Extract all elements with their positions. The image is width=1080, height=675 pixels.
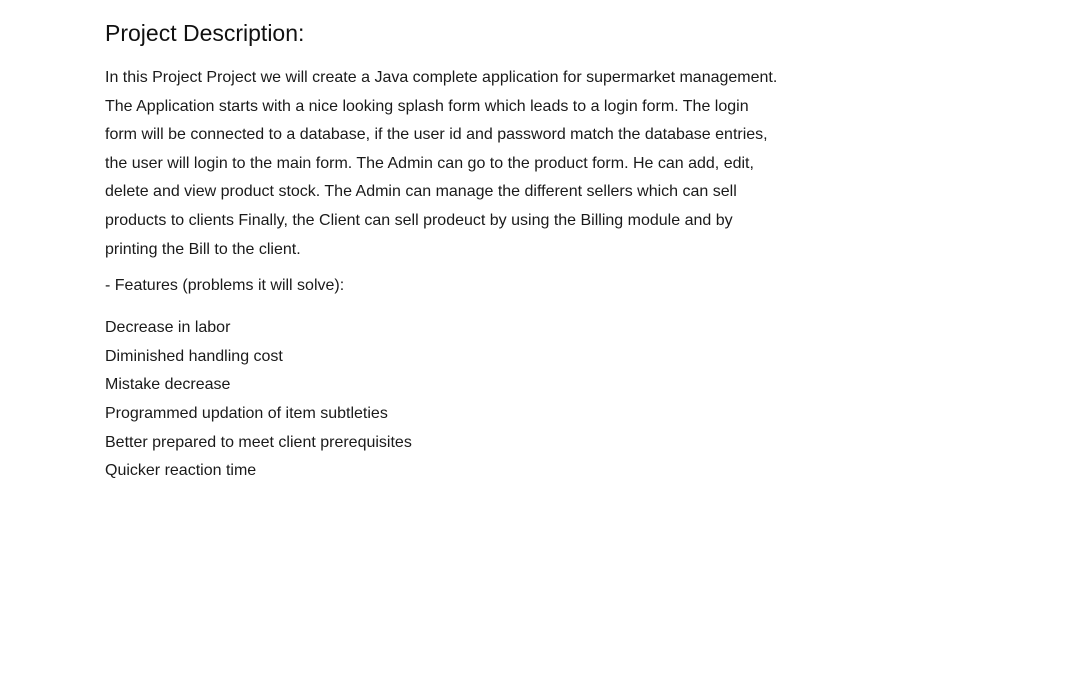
- description-line: The Application starts with a nice looki…: [105, 97, 749, 115]
- list-item: Quicker reaction time: [105, 462, 257, 480]
- description-line: the user will login to the main form. Th…: [105, 154, 754, 172]
- description-line: delete and view product stock. The Admin…: [105, 183, 737, 201]
- document-page: Project Description: In this Project Pro…: [105, 16, 1005, 486]
- features-list: Decrease in labor Diminished handling co…: [105, 314, 1005, 486]
- list-item: Decrease in labor: [105, 319, 231, 337]
- list-item: Programmed updation of item subtleties: [105, 404, 388, 422]
- list-item: Mistake decrease: [105, 376, 231, 394]
- list-item: Diminished handling cost: [105, 347, 283, 365]
- description-line: form will be connected to a database, if…: [105, 126, 768, 144]
- page-title: Project Description:: [105, 20, 305, 46]
- description-line: printing the Bill to the client.: [105, 240, 301, 258]
- description-line: In this Project Project we will create a…: [105, 69, 778, 86]
- project-description: In this Project Project we will create a…: [105, 64, 1005, 264]
- list-item: Better prepared to meet client prerequis…: [105, 433, 412, 451]
- features-heading: - Features (problems it will solve):: [105, 277, 345, 295]
- description-line: products to clients Finally, the Client …: [105, 211, 733, 229]
